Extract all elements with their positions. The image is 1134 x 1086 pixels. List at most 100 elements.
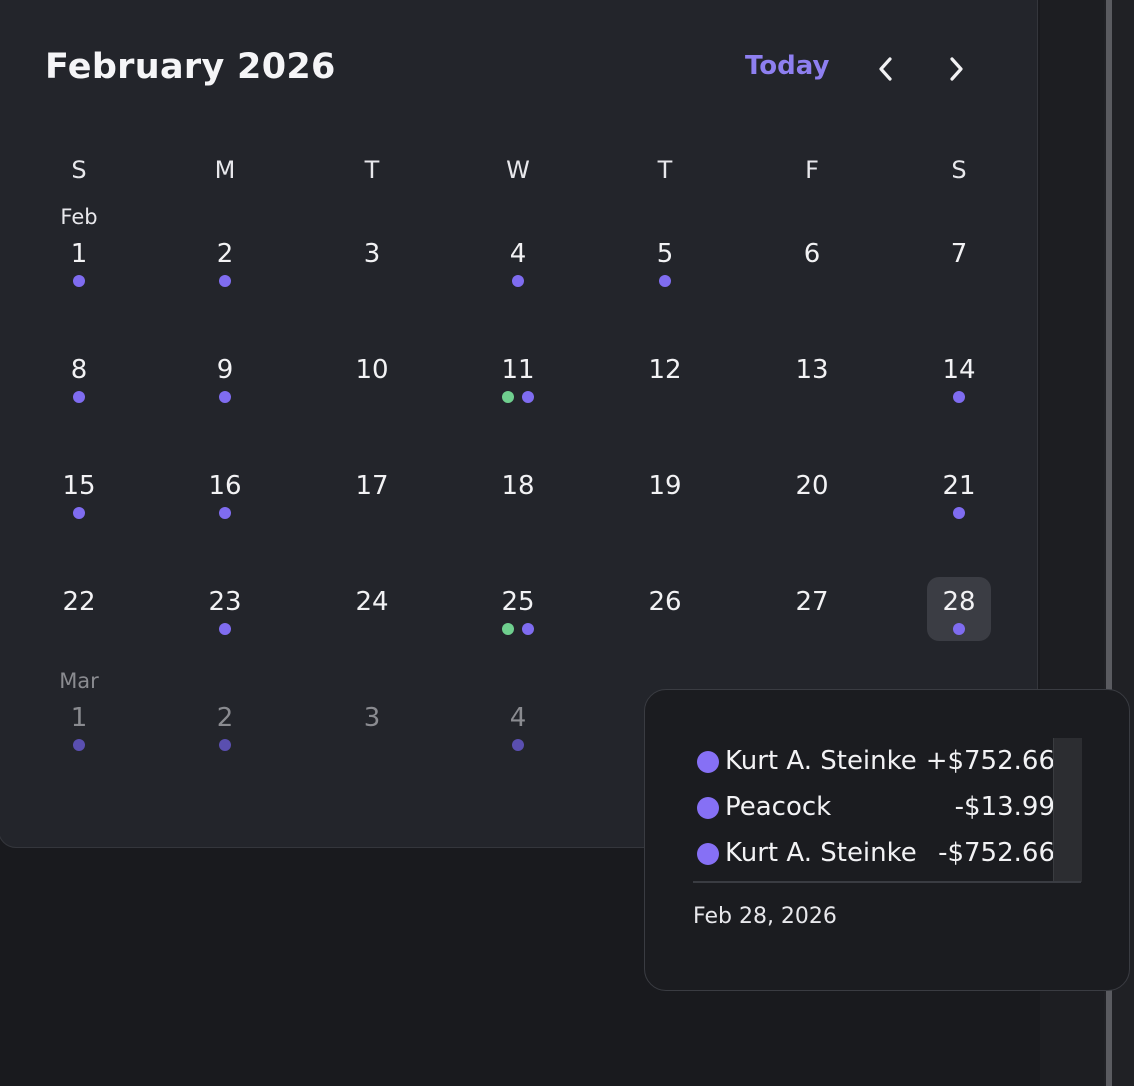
transaction-indicators <box>780 391 844 403</box>
day-cell[interactable]: 2 <box>193 693 257 757</box>
day-number: 20 <box>795 471 829 501</box>
category-dot-icon <box>697 751 719 773</box>
day-cell[interactable]: 4 <box>486 229 550 293</box>
transaction-indicators <box>47 391 111 403</box>
transaction-dot-icon <box>522 623 534 635</box>
day-number: 11 <box>501 355 535 385</box>
day-number: 19 <box>648 471 682 501</box>
weekday-label: T <box>657 156 673 184</box>
next-month-button[interactable] <box>937 51 973 87</box>
day-cell[interactable]: 7 <box>927 229 991 293</box>
day-number: 3 <box>363 703 381 733</box>
transaction-dot-icon <box>659 275 671 287</box>
transaction-name: Kurt A. Steinke <box>725 746 917 776</box>
transaction-indicators <box>486 507 550 519</box>
weekday-label: F <box>805 156 819 184</box>
income-dot-icon <box>502 623 514 635</box>
transaction-indicators <box>486 623 550 635</box>
day-cell[interactable]: 13 <box>780 345 844 409</box>
transaction-indicators <box>193 275 257 287</box>
day-cell[interactable]: 3 <box>340 693 404 757</box>
day-cell[interactable]: 9 <box>193 345 257 409</box>
today-button[interactable]: Today <box>745 51 829 81</box>
day-cell[interactable]: 14 <box>927 345 991 409</box>
day-cell[interactable]: 22 <box>47 577 111 641</box>
day-number: 16 <box>208 471 242 501</box>
transaction-indicators <box>927 391 991 403</box>
day-number: 27 <box>795 587 829 617</box>
transaction-dot-icon <box>953 507 965 519</box>
weekday-label: S <box>71 156 87 184</box>
popover-date: Feb 28, 2026 <box>693 904 837 929</box>
transaction-indicators <box>486 275 550 287</box>
day-cell[interactable]: 27 <box>780 577 844 641</box>
day-cell[interactable]: 26 <box>633 577 697 641</box>
day-cell[interactable]: 17 <box>340 461 404 525</box>
day-cell[interactable]: 8 <box>47 345 111 409</box>
day-number: 4 <box>509 703 527 733</box>
day-cell[interactable]: 25 <box>486 577 550 641</box>
transaction-row[interactable]: Kurt A. Steinke -$752.66 <box>695 834 1055 874</box>
day-cell[interactable]: 28 <box>927 577 991 641</box>
transaction-amount: -$752.66 <box>938 838 1055 868</box>
day-number: 2 <box>216 239 234 269</box>
transaction-dot-icon <box>73 739 85 751</box>
weekday-label: W <box>506 156 530 184</box>
day-cell[interactable]: 18 <box>486 461 550 525</box>
prev-month-button[interactable] <box>869 51 905 87</box>
day-number: 21 <box>942 471 976 501</box>
day-number: 22 <box>62 587 96 617</box>
divider <box>693 881 1081 883</box>
transaction-indicators <box>927 507 991 519</box>
day-number: 4 <box>509 239 527 269</box>
day-cell[interactable]: Feb 1 <box>47 205 111 293</box>
day-cell[interactable]: 2 <box>193 229 257 293</box>
day-cell[interactable]: 16 <box>193 461 257 525</box>
day-cell[interactable]: 21 <box>927 461 991 525</box>
day-cell[interactable]: 5 <box>633 229 697 293</box>
day-cell[interactable]: 6 <box>780 229 844 293</box>
transaction-row[interactable]: Kurt A. Steinke +$752.66 <box>695 742 1055 782</box>
day-number: 2 <box>216 703 234 733</box>
day-cell[interactable]: 24 <box>340 577 404 641</box>
transaction-indicators <box>340 623 404 635</box>
day-number: 8 <box>70 355 88 385</box>
transaction-indicators <box>633 275 697 287</box>
day-number: 23 <box>208 587 242 617</box>
transaction-indicators <box>780 275 844 287</box>
transaction-dot-icon <box>219 739 231 751</box>
transaction-row[interactable]: Peacock -$13.99 <box>695 788 1055 828</box>
transaction-dot-icon <box>522 391 534 403</box>
day-cell[interactable]: 20 <box>780 461 844 525</box>
day-cell[interactable]: 23 <box>193 577 257 641</box>
transaction-dot-icon <box>73 275 85 287</box>
day-cell[interactable]: 3 <box>340 229 404 293</box>
transaction-list-scrollbar[interactable] <box>1053 738 1082 882</box>
day-cell[interactable]: 15 <box>47 461 111 525</box>
day-number: 25 <box>501 587 535 617</box>
day-cell[interactable]: 10 <box>340 345 404 409</box>
chevron-right-icon <box>950 57 963 81</box>
weekday-label: M <box>214 156 236 184</box>
transaction-indicators <box>633 391 697 403</box>
day-number: 17 <box>355 471 389 501</box>
day-cell[interactable]: 4 <box>486 693 550 757</box>
transaction-amount: -$13.99 <box>954 792 1055 822</box>
day-cell[interactable]: 12 <box>633 345 697 409</box>
transaction-indicators <box>340 739 404 751</box>
day-number: 3 <box>363 239 381 269</box>
transaction-dot-icon <box>219 507 231 519</box>
day-cell[interactable]: Mar 1 <box>47 669 111 757</box>
day-number: 1 <box>70 703 88 733</box>
transaction-amount: +$752.66 <box>925 746 1055 776</box>
month-label: Feb <box>60 205 98 229</box>
category-dot-icon <box>697 797 719 819</box>
transaction-dot-icon <box>219 275 231 287</box>
transaction-indicators <box>486 739 550 751</box>
day-number: 13 <box>795 355 829 385</box>
day-number: 5 <box>656 239 674 269</box>
day-cell[interactable]: 11 <box>486 345 550 409</box>
weekday-label: T <box>364 156 380 184</box>
transaction-indicators <box>47 275 111 287</box>
day-cell[interactable]: 19 <box>633 461 697 525</box>
